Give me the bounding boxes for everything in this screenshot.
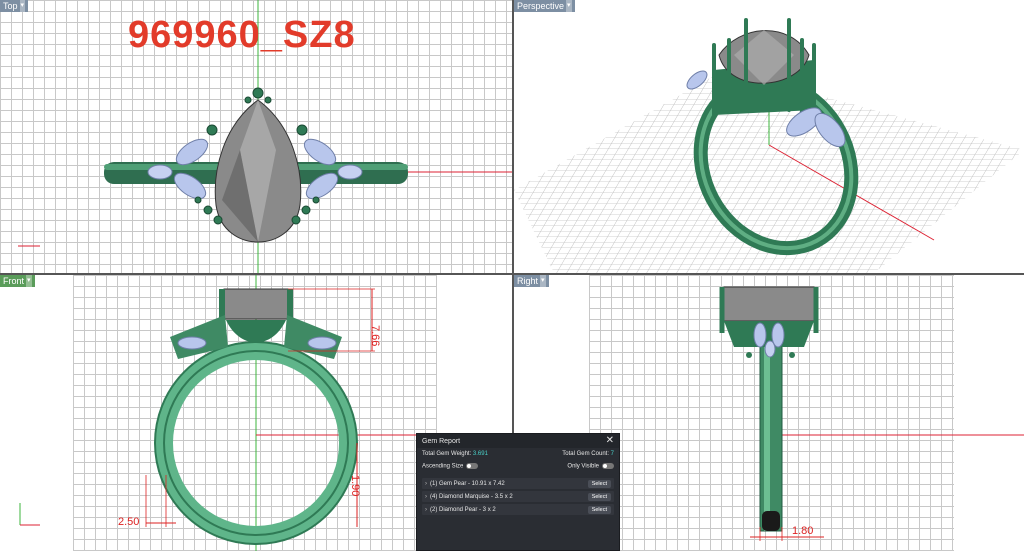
dimension-label: 1.80 <box>792 525 813 537</box>
gem-list-item[interactable]: › (1) Gem Pear - 10.91 x 7.42 Select <box>422 478 614 489</box>
chevron-down-icon[interactable]: ▾ <box>540 275 546 287</box>
only-visible-label: Only Visible <box>567 463 599 470</box>
ring-shank <box>759 334 783 532</box>
total-count-label: Total Gem Count: <box>562 451 609 457</box>
only-visible-toggle[interactable] <box>602 462 614 469</box>
viewport-tab-front[interactable]: Front ▾ <box>0 275 35 287</box>
viewport-tab-perspective[interactable]: Perspective ▾ <box>514 0 575 12</box>
only-visible-option: Only Visible <box>567 462 614 470</box>
chevron-right-icon[interactable]: › <box>425 481 427 487</box>
ascending-toggle[interactable] <box>466 462 479 469</box>
gem-label: (1) Gem Pear - 10.91 x 7.42 <box>430 480 505 487</box>
viewport-label: Top <box>3 1 18 11</box>
chevron-down-icon[interactable]: ▾ <box>566 0 572 12</box>
chevron-down-icon[interactable]: ▾ <box>19 0 26 12</box>
viewport-top[interactable]: Top ▾ 969960_SZ8 <box>0 0 512 273</box>
gem-label: (4) Diamond Marquise - 3.5 x 2 <box>430 493 513 500</box>
model-title: 969960_SZ8 <box>128 14 356 56</box>
panel-title: Gem Report <box>422 437 461 445</box>
gem-report-panel: Gem Report ✕ Total Gem Weight: 3.691 Tot… <box>416 433 620 551</box>
viewport-label: Front <box>3 276 25 286</box>
viewport-label: Right <box>517 276 539 286</box>
totals-row: Total Gem Weight: 3.691 Total Gem Count:… <box>417 448 619 460</box>
select-button[interactable]: Select <box>587 492 611 501</box>
viewport-tab-top[interactable]: Top ▾ <box>0 0 29 12</box>
gem-list-item[interactable]: › (2) Diamond Pear - 3 x 2 Select <box>422 504 614 515</box>
perspective-view-render <box>514 18 1024 273</box>
chevron-down-icon[interactable]: ▾ <box>26 275 32 287</box>
ascending-option: Ascending Size <box>422 462 479 470</box>
viewport-tab-right[interactable]: Right ▾ <box>514 275 549 287</box>
dimension-label: 2.50 <box>118 516 139 528</box>
chevron-right-icon[interactable]: › <box>425 507 427 513</box>
close-icon[interactable]: ✕ <box>606 436 614 446</box>
dimension-label: 1.90 <box>349 475 361 496</box>
panel-header: Gem Report ✕ <box>417 434 619 448</box>
total-weight-value: 3.691 <box>472 451 488 457</box>
viewport-divider-horizontal[interactable] <box>0 273 1024 275</box>
total-weight-label: Total Gem Weight: <box>422 451 472 457</box>
select-button[interactable]: Select <box>587 479 611 488</box>
viewport-label: Perspective <box>517 1 565 11</box>
total-weight: Total Gem Weight: 3.691 <box>422 451 488 457</box>
gem-list-item[interactable]: › (4) Diamond Marquise - 3.5 x 2 Select <box>422 491 614 502</box>
total-count: Total Gem Count: 7 <box>562 451 614 457</box>
chevron-right-icon[interactable]: › <box>425 494 427 500</box>
dimension-label: 7.66 <box>369 325 381 346</box>
total-count-value: 7 <box>610 451 614 457</box>
select-button[interactable]: Select <box>587 505 611 514</box>
viewport-perspective[interactable]: Perspective ▾ <box>514 0 1024 273</box>
options-row: Ascending Size Only Visible <box>417 460 619 472</box>
ascending-label: Ascending Size <box>422 463 464 470</box>
gem-label: (2) Diamond Pear - 3 x 2 <box>430 506 496 513</box>
